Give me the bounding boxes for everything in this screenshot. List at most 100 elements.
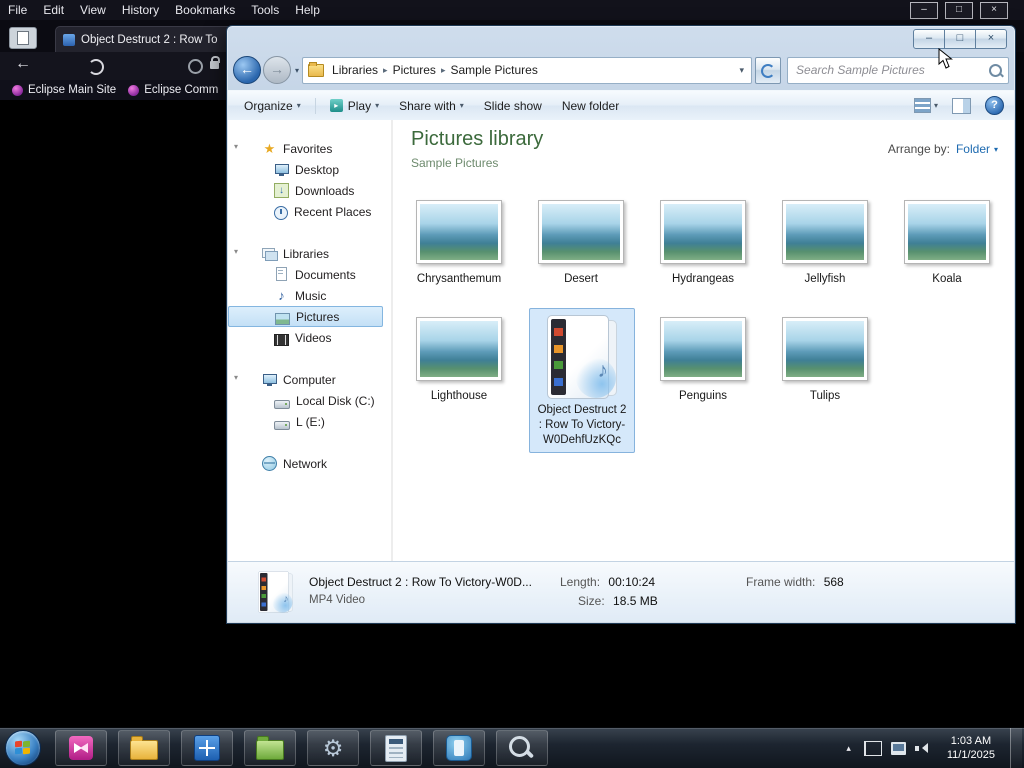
sidebar-label: Videos [295,330,332,345]
sidebar-item-desktop[interactable]: Desktop [228,159,391,180]
photo-thumbnail [416,317,502,381]
library-location[interactable]: Sample Pictures [411,156,998,170]
photo-thumbnail [782,317,868,381]
bookmark-eclipse-comm[interactable]: Eclipse Comm [128,84,218,96]
recent-pages-icon[interactable]: ▾ [295,66,299,75]
menu-view[interactable]: View [72,1,114,19]
file-item-jellyfish[interactable]: Jellyfish [767,200,883,287]
bookmark-eclipse-main[interactable]: Eclipse Main Site [12,84,116,96]
menu-tools[interactable]: Tools [243,1,287,19]
refresh-icon [761,63,776,78]
tab-list-button[interactable] [9,27,37,49]
photo-thumbnail [904,200,990,264]
file-item-lighthouse[interactable]: Lighthouse [401,317,517,404]
forward-button[interactable]: → [263,56,291,84]
address-bar[interactable]: Libraries ▸ Pictures ▸ Sample Pictures ▾ [302,56,753,84]
arrange-by-value[interactable]: Folder [956,142,990,156]
organize-button[interactable]: Organize ▾ [244,99,301,113]
file-item-desert[interactable]: Desert [523,200,639,287]
change-view-button[interactable]: ▾ [913,98,938,113]
browser-maximize-icon[interactable]: □ [945,2,973,19]
sidebar-item-computer[interactable]: ▾ Computer [228,369,391,390]
new-folder-label: New folder [561,98,620,113]
show-desktop-button[interactable] [1010,728,1022,768]
browser-back-icon[interactable]: ← [15,55,31,73]
taskbar-app-settings[interactable]: ⚙ [307,730,359,766]
sidebar-item-documents[interactable]: Documents [228,264,391,285]
sidebar-item-pictures[interactable]: Pictures [228,306,383,327]
display-tray-icon[interactable] [890,741,906,755]
help-button[interactable]: ? [985,96,1004,115]
breadcrumb-libraries[interactable]: Libraries [330,63,380,77]
refresh-button[interactable] [755,56,782,84]
sidebar-item-local-disk-c[interactable]: Local Disk (C:) [228,390,391,411]
site-info-icon[interactable] [188,59,203,74]
sidebar-item-favorites[interactable]: ▾ ★ Favorites [228,138,391,159]
menu-edit[interactable]: Edit [35,1,72,19]
menu-bookmarks[interactable]: Bookmarks [167,1,243,19]
sidebar-item-downloads[interactable]: ↓ Downloads [228,180,391,201]
back-button[interactable]: ← [233,56,261,84]
file-item-video-selected[interactable]: ♪ Object Destruct 2 : Row To Victory-W0D… [529,308,635,453]
browser-tab[interactable]: Object Destruct 2 : Row To [55,26,239,53]
minimize-icon[interactable]: – [913,29,945,49]
sidebar-label: Local Disk (C:) [296,393,375,408]
menu-help[interactable]: Help [287,1,328,19]
taskbar-app-explorer[interactable] [118,730,170,766]
expand-arrow-icon[interactable]: ▾ [234,247,238,256]
file-item-tulips[interactable]: Tulips [767,317,883,404]
new-folder-button[interactable]: New folder [562,99,619,113]
play-label: Play [347,98,372,113]
sidebar-item-videos[interactable]: Videos [228,327,391,348]
file-item-koala[interactable]: Koala [889,200,1005,287]
sidebar-item-recent-places[interactable]: Recent Places [228,201,391,222]
chevron-down-icon: ▾ [459,101,464,110]
search-input[interactable] [794,62,985,78]
browser-minimize-icon[interactable]: – [910,2,938,19]
browser-refresh-icon[interactable] [88,59,104,75]
arrange-by-control[interactable]: Arrange by: Folder ▾ [888,142,998,156]
slide-show-button[interactable]: Slide show [484,99,542,113]
lock-icon [210,56,220,69]
expand-arrow-icon[interactable]: ▾ [234,142,238,151]
music-icon: ♪ [278,288,285,303]
expand-arrow-icon[interactable]: ▾ [234,373,238,382]
sidebar-item-drive-e[interactable]: L (E:) [228,411,391,432]
file-item-chrysanthemum[interactable]: Chrysanthemum [401,200,517,287]
file-item-penguins[interactable]: Penguins [645,317,761,404]
taskbar-app-calculator[interactable] [370,730,422,766]
breadcrumb-sample-pictures[interactable]: Sample Pictures [448,63,539,77]
taskbar-app-phone[interactable] [433,730,485,766]
menu-history[interactable]: History [114,1,167,19]
chevron-right-icon[interactable]: ▸ [438,65,449,76]
taskbar-app-shared-folder[interactable] [244,730,296,766]
breadcrumb-pictures[interactable]: Pictures [391,63,438,77]
sidebar-item-music[interactable]: ♪ Music [228,285,391,306]
show-hidden-icons-button[interactable]: ▴ [842,739,855,758]
preview-pane-button[interactable] [952,97,971,114]
file-item-hydrangeas[interactable]: Hydrangeas [645,200,761,287]
sidebar-item-network[interactable]: Network [228,453,391,474]
size-value: 18.5 MB [613,594,658,608]
library-icon [308,61,325,77]
share-with-button[interactable]: Share with ▾ [399,99,464,113]
taskbar-app-grid[interactable] [181,730,233,766]
sidebar-item-libraries[interactable]: ▾ Libraries [228,243,391,264]
address-dropdown-icon[interactable]: ▾ [739,65,746,76]
browser-close-icon[interactable]: × [980,2,1008,19]
taskbar-clock[interactable]: 1:03 AM 11/1/2025 [947,734,995,763]
menu-file[interactable]: File [0,1,35,19]
maximize-icon[interactable]: □ [944,29,976,49]
start-button[interactable] [5,730,41,766]
chevron-right-icon[interactable]: ▸ [380,65,391,76]
clock-time: 1:03 AM [950,734,992,747]
action-center-icon[interactable] [863,740,882,756]
search-icon [989,63,1002,77]
pictures-icon [275,312,290,325]
network-icon [262,456,277,471]
taskbar-app-media[interactable] [55,730,107,766]
volume-icon[interactable] [914,742,930,755]
play-button[interactable]: ▸ Play ▾ [329,98,379,113]
taskbar-app-search[interactable] [496,730,548,766]
close-icon[interactable]: × [975,29,1007,49]
